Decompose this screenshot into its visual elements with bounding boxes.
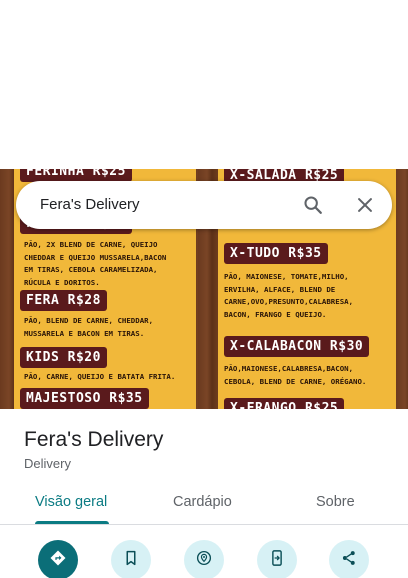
- menu-item-desc: PÃO, 2X BLEND DE CARNE, QUEIJO CHEDDAR E…: [24, 240, 167, 287]
- search-input[interactable]: Fera's Delivery: [40, 196, 140, 213]
- search-bar[interactable]: Fera's Delivery: [16, 181, 392, 229]
- menu-item-name: MAJESTOSO R$35: [20, 388, 149, 409]
- tab-menu[interactable]: Cardápio: [173, 494, 232, 510]
- menu-item-desc: PÃO, CARNE, QUEIJO E BATATA FRITA.: [24, 372, 176, 381]
- menu-item-desc: PÃO, BLEND DE CARNE, CHEDDAR, MUSSARELA …: [24, 316, 154, 338]
- close-icon[interactable]: [354, 194, 376, 216]
- top-blank-area: [0, 0, 408, 169]
- place-category[interactable]: Delivery: [24, 456, 71, 471]
- share-icon: [340, 549, 358, 572]
- menu-item-name: X-CALABACON R$30: [224, 336, 370, 357]
- send-to-phone-button[interactable]: [257, 540, 297, 578]
- search-icon[interactable]: [302, 194, 324, 216]
- directions-button[interactable]: [38, 540, 78, 578]
- menu-item-name: X-TUDO R$35: [224, 243, 328, 264]
- send-to-phone-icon: [268, 549, 286, 572]
- menu-item-name: X-FRANGO R$25: [224, 398, 345, 409]
- place-title: Fera's Delivery: [24, 428, 164, 451]
- place-tabs: Visão geral Cardápio Sobre: [0, 484, 408, 525]
- nearby-button[interactable]: [184, 540, 224, 578]
- tab-overview[interactable]: Visão geral: [35, 494, 107, 510]
- active-tab-indicator: [35, 521, 109, 524]
- menu-item-name: FERA R$28: [20, 290, 107, 311]
- share-button[interactable]: [329, 540, 369, 578]
- directions-icon: [49, 549, 67, 572]
- menu-item-desc: PÃO,MAIONESE,CALABRESA,BACON, CEBOLA, BL…: [224, 364, 367, 386]
- bookmark-icon: [122, 549, 140, 572]
- tab-about[interactable]: Sobre: [316, 494, 355, 510]
- menu-item-desc: PÃO, MAIONESE, TOMATE,MILHO, ERVILHA, AL…: [224, 272, 354, 319]
- nearby-icon: [195, 549, 213, 572]
- save-button[interactable]: [111, 540, 151, 578]
- menu-item-name: KIDS R$20: [20, 347, 107, 368]
